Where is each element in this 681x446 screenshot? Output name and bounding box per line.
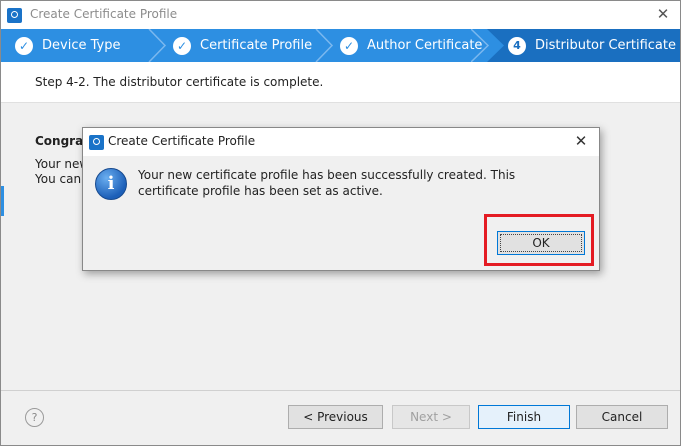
dialog-close-icon[interactable]: ✕ [572, 132, 590, 150]
check-icon: ✓ [15, 36, 33, 55]
previous-button[interactable]: < Previous [288, 405, 383, 429]
step-separator-icon [471, 29, 504, 62]
ok-button[interactable]: OK [497, 231, 585, 255]
step-separator-icon [315, 29, 334, 62]
step-device-type: ✓ Device Type [15, 29, 120, 62]
window-title: Create Certificate Profile [30, 7, 178, 21]
check-icon: ✓ [173, 36, 191, 55]
footer-separator [1, 390, 680, 391]
step-message-panel: Step 4-2. The distributor certificate is… [1, 62, 680, 103]
step-distributor-certificate: 4 Distributor Certificate [508, 29, 676, 62]
step-label: Distributor Certificate [535, 38, 676, 53]
congratulations-heading: Congrat [35, 134, 89, 148]
info-icon: i [95, 168, 127, 200]
content-line-2: You can [35, 172, 82, 186]
title-bar: Create Certificate Profile ✕ [1, 1, 680, 29]
step-number: 4 [508, 36, 526, 55]
next-button[interactable]: Next > [392, 405, 470, 429]
steps-bar: ✓ Device Type ✓ Certificate Profile ✓ Au… [1, 29, 680, 62]
step-certificate-profile: ✓ Certificate Profile [173, 29, 312, 62]
step-label: Device Type [42, 38, 121, 53]
dialog-title: Create Certificate Profile [108, 134, 256, 148]
step-label: Certificate Profile [200, 38, 313, 53]
certificate-app-icon [89, 135, 104, 150]
check-icon: ✓ [340, 36, 358, 55]
step-message: Step 4-2. The distributor certificate is… [35, 75, 324, 89]
help-icon[interactable]: ? [25, 408, 44, 427]
finish-button[interactable]: Finish [478, 405, 570, 429]
ok-label: OK [532, 236, 550, 250]
dialog-message: Your new certificate profile has been su… [138, 168, 516, 198]
close-icon[interactable]: ✕ [654, 5, 672, 23]
step-author-certificate: ✓ Author Certificate [340, 29, 482, 62]
certificate-app-icon [7, 8, 22, 23]
dialog-title-bar: Create Certificate Profile ✕ [83, 128, 599, 156]
background-edge [1, 186, 4, 216]
cancel-button[interactable]: Cancel [576, 405, 668, 429]
success-dialog: Create Certificate Profile ✕ i Your new … [82, 127, 600, 271]
step-separator-icon [148, 29, 167, 62]
step-label: Author Certificate [367, 38, 483, 53]
